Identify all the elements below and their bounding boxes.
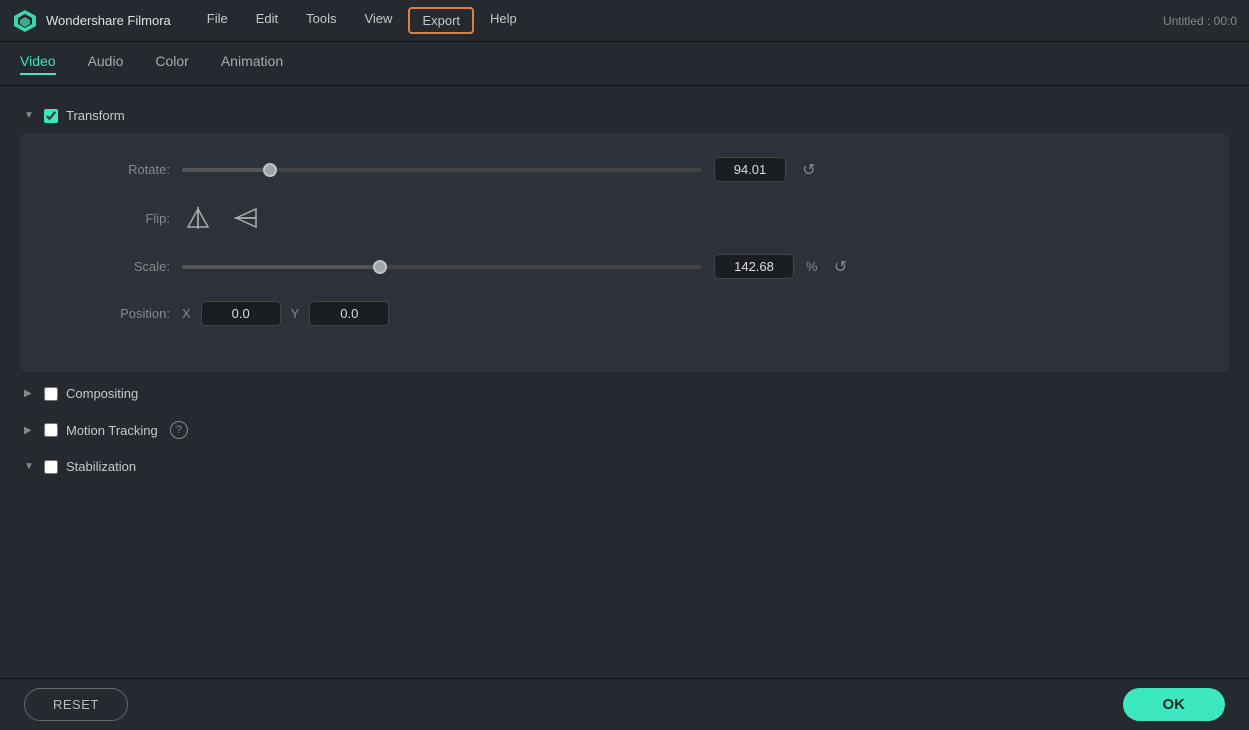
position-inputs: X Y [182,301,389,326]
window-title: Untitled : 00:0 [1163,14,1237,28]
stabilization-header[interactable]: ▼ Stabilization [20,453,1229,480]
bottom-bar: RESET OK [0,678,1249,730]
scale-slider-fill [182,265,380,269]
flip-horizontal-icon [184,205,212,231]
position-label: Position: [100,306,170,321]
rotate-slider-thumb[interactable] [263,163,277,177]
position-row: Position: X Y [100,301,1197,326]
app-logo: Wondershare Filmora [12,8,171,34]
flip-buttons [182,204,262,232]
rotate-row: Rotate: ↺ [100,157,1197,182]
scale-label: Scale: [100,259,170,274]
main-panel: ▼ Transform Rotate: ↺ Flip: [0,86,1249,678]
motion-tracking-header[interactable]: ▶ Motion Tracking ? [20,415,1229,445]
flip-row: Flip: [100,204,1197,232]
compositing-checkbox[interactable] [44,387,58,401]
rotate-value-input[interactable] [714,157,786,182]
motion-tracking-checkbox[interactable] [44,423,58,437]
stabilization-section: ▼ Stabilization [20,453,1229,480]
flip-vertical-icon [232,205,260,231]
menu-items: File Edit Tools View Export Help [195,7,1163,34]
motion-tracking-title: Motion Tracking [66,423,158,438]
position-x-input[interactable] [201,301,281,326]
menu-export[interactable]: Export [408,7,474,34]
motion-tracking-section: ▶ Motion Tracking ? [20,415,1229,445]
menu-view[interactable]: View [352,7,404,34]
menu-edit[interactable]: Edit [244,7,290,34]
transform-panel: Rotate: ↺ Flip: [20,133,1229,372]
menu-file[interactable]: File [195,7,240,34]
transform-chevron-icon: ▼ [24,110,36,121]
scale-unit-label: % [806,259,818,274]
transform-title: Transform [66,108,125,123]
reset-button[interactable]: RESET [24,688,128,721]
transform-header[interactable]: ▼ Transform [20,102,1229,129]
compositing-section: ▶ Compositing [20,380,1229,407]
position-y-label: Y [291,306,300,321]
stabilization-title: Stabilization [66,459,136,474]
rotate-label: Rotate: [100,162,170,177]
motion-tracking-chevron-icon: ▶ [24,425,36,436]
compositing-header[interactable]: ▶ Compositing [20,380,1229,407]
scale-slider[interactable] [182,265,702,269]
scale-reset-icon[interactable]: ↺ [830,256,852,278]
flip-label: Flip: [100,211,170,226]
tab-animation[interactable]: Animation [221,53,283,75]
stabilization-chevron-icon: ▼ [24,461,36,472]
tab-video[interactable]: Video [20,53,56,75]
tabs-bar: Video Audio Color Animation [0,42,1249,86]
flip-vertical-button[interactable] [230,204,262,232]
position-y-input[interactable] [309,301,389,326]
compositing-chevron-icon: ▶ [24,388,36,399]
rotate-reset-icon[interactable]: ↺ [798,159,820,181]
scale-row: Scale: % ↺ [100,254,1197,279]
stabilization-checkbox[interactable] [44,460,58,474]
app-logo-icon [12,8,38,34]
compositing-title: Compositing [66,386,138,401]
menu-help[interactable]: Help [478,7,529,34]
transform-section: ▼ Transform Rotate: ↺ Flip: [20,102,1229,372]
tab-audio[interactable]: Audio [88,53,124,75]
ok-button[interactable]: OK [1123,688,1226,721]
menu-tools[interactable]: Tools [294,7,348,34]
app-name: Wondershare Filmora [46,13,171,28]
menu-bar: Wondershare Filmora File Edit Tools View… [0,0,1249,42]
rotate-slider[interactable] [182,168,702,172]
rotate-slider-fill [182,168,270,172]
transform-checkbox[interactable] [44,109,58,123]
tab-color[interactable]: Color [155,53,188,75]
flip-horizontal-button[interactable] [182,204,214,232]
scale-value-input[interactable] [714,254,794,279]
scale-slider-thumb[interactable] [373,260,387,274]
position-x-label: X [182,306,191,321]
motion-tracking-help-icon[interactable]: ? [170,421,188,439]
